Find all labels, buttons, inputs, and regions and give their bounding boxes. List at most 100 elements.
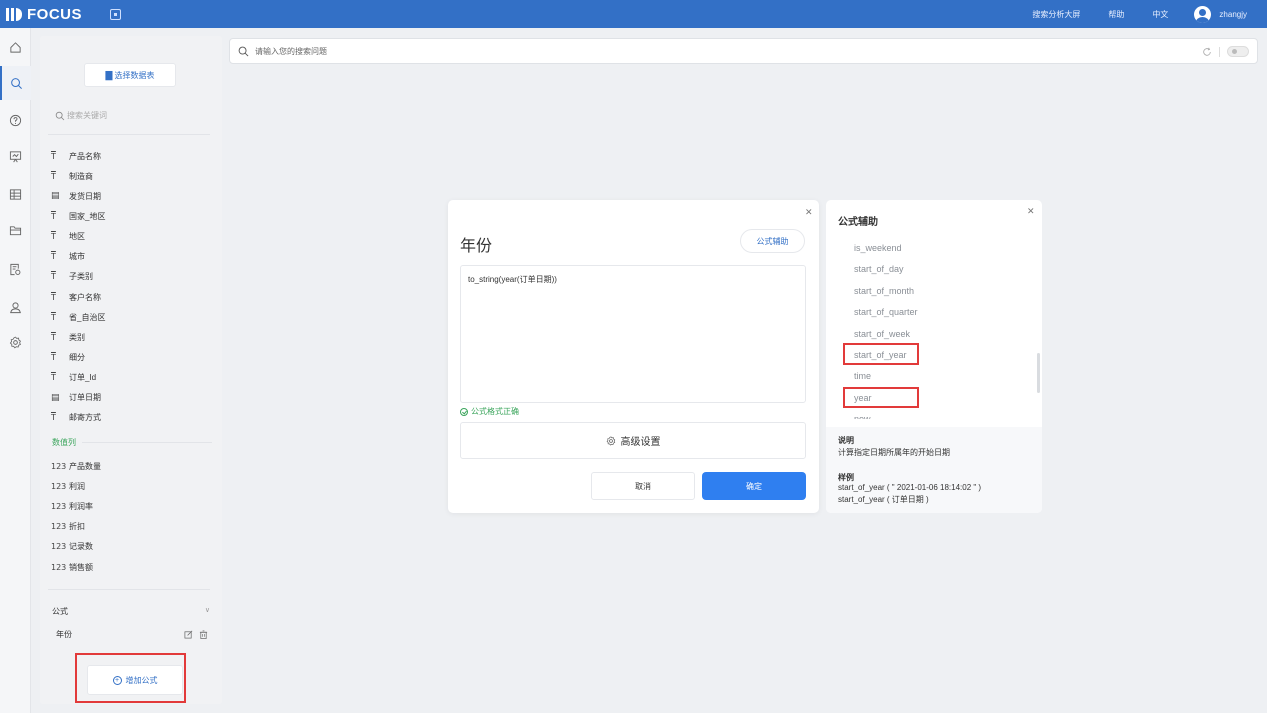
function-item[interactable]: start_of_month	[854, 286, 914, 296]
window-toggle-icon[interactable]	[110, 8, 121, 20]
formula-editor[interactable]: to_string(year(订单日期))	[460, 265, 806, 403]
nav-help[interactable]	[0, 103, 31, 137]
nav-search[interactable]	[0, 66, 31, 100]
nav-home[interactable]	[0, 30, 31, 64]
field-name: 利润	[69, 481, 85, 491]
nav-user[interactable]	[0, 290, 31, 324]
field-name: 发货日期	[69, 191, 101, 201]
nav-settings[interactable]	[0, 325, 31, 359]
function-item[interactable]: is_weekend	[854, 243, 902, 253]
field-name: 国家_地区	[69, 211, 106, 221]
field-name: 产品数量	[69, 461, 101, 471]
measure-field[interactable]: 123 利润率	[51, 499, 93, 513]
dimension-field[interactable]: T 制造商	[51, 169, 93, 183]
number-type-icon: 123	[51, 501, 67, 511]
formula-text: to_string(year(订单日期))	[468, 275, 557, 284]
field-name: 折扣	[69, 522, 85, 532]
field-name: 制造商	[69, 171, 93, 181]
dimension-field[interactable]: T 订单_Id	[51, 371, 96, 385]
measure-field[interactable]: 123 利润	[51, 479, 85, 493]
formula-helper-button[interactable]: 公式辅助	[740, 229, 805, 253]
function-item[interactable]: start_of_quarter	[854, 307, 918, 317]
text-type-icon: T	[51, 232, 56, 242]
field-name: 省_自治区	[69, 312, 106, 322]
dimension-field[interactable]: T 国家_地区	[51, 209, 105, 223]
field-name: 订单_Id	[69, 373, 97, 383]
table-icon	[9, 188, 22, 200]
close-icon[interactable]: ✕	[805, 207, 813, 218]
avatar[interactable]	[1194, 5, 1212, 23]
field-name: 销售额	[69, 562, 93, 572]
top-bar: FOCUS 搜索分析大屏 帮助 中文 zhangjy	[0, 0, 1267, 28]
nav-table[interactable]	[0, 177, 31, 211]
text-type-icon: T	[51, 413, 56, 423]
field-name: 子类别	[69, 272, 93, 282]
close-icon[interactable]: ✕	[1027, 206, 1035, 217]
dimension-field[interactable]: T 城市	[51, 250, 85, 264]
helper-title: 公式辅助	[838, 217, 878, 228]
measure-field[interactable]: 123 记录数	[51, 540, 93, 554]
nav-report[interactable]	[0, 252, 31, 286]
measure-field[interactable]: 123 销售额	[51, 560, 93, 574]
dimension-field[interactable]: T 省_自治区	[51, 310, 105, 324]
dimension-field[interactable]: T 子类别	[51, 270, 93, 284]
function-item[interactable]: now	[854, 414, 871, 419]
function-description: 说明 计算指定日期所属年的开始日期 样例 start_of_year ( " 2…	[826, 427, 1042, 513]
description-text: 计算指定日期所属年的开始日期	[838, 448, 950, 457]
text-type-icon: T	[51, 151, 56, 161]
dimension-field[interactable]: T 类别	[51, 330, 85, 344]
scrollbar-thumb[interactable]	[1037, 353, 1040, 393]
function-item[interactable]: start_of_day	[854, 264, 904, 274]
field-name: 利润率	[69, 501, 93, 511]
field-name: 地区	[69, 232, 85, 242]
dimension-field[interactable]: T 产品名称	[51, 149, 101, 163]
validation-status: 公式格式正确	[460, 406, 519, 417]
select-datasource-button[interactable]: ▇ 选择数据表	[84, 63, 176, 87]
cancel-button[interactable]: 取消	[591, 472, 695, 500]
highlight-box-add-formula	[75, 653, 186, 703]
folder-icon	[9, 225, 22, 235]
highlight-box-year	[843, 387, 919, 408]
formula-section-header[interactable]: 公式 ∨	[52, 606, 210, 617]
username[interactable]: zhangjy	[1219, 10, 1247, 19]
field-name: 城市	[69, 252, 85, 262]
refresh-icon[interactable]	[1202, 47, 1212, 57]
dimension-field[interactable]: ▤ 订单日期	[51, 391, 101, 405]
function-item[interactable]: time	[854, 371, 871, 381]
formula-item[interactable]: 年份	[56, 629, 208, 640]
calendar-icon: ▤	[51, 392, 60, 403]
search-bar	[229, 38, 1258, 64]
measure-field[interactable]: 123 折扣	[51, 520, 85, 534]
field-search-input[interactable]: 搜索关键词	[55, 110, 107, 121]
dimension-field[interactable]: T 地区	[51, 230, 85, 244]
dimension-field[interactable]: T 客户名称	[51, 290, 101, 304]
nav-board[interactable]	[0, 139, 31, 173]
delete-icon[interactable]	[199, 630, 208, 639]
field-name: 类别	[69, 332, 85, 342]
field-panel: ▇ 选择数据表 搜索关键词 T 产品名称 T 制造商 ▤ 发货日期 T 国家_地区 T 地区 T 城市…	[40, 36, 222, 704]
text-type-icon: T	[51, 332, 56, 342]
dimension-field[interactable]: T 邮寄方式	[51, 411, 101, 425]
brand-logo[interactable]: FOCUS	[6, 0, 82, 28]
dialog-title: 年份	[460, 238, 493, 255]
search-bar-tools	[1194, 46, 1249, 57]
edit-icon[interactable]	[184, 630, 193, 639]
text-type-icon: T	[51, 211, 56, 221]
mode-toggle[interactable]	[1227, 46, 1249, 57]
search-input[interactable]	[255, 46, 955, 56]
help-icon	[9, 114, 22, 126]
link-help[interactable]: 帮助	[1108, 9, 1124, 20]
settings-icon	[9, 336, 21, 348]
function-item[interactable]: start_of_week	[854, 329, 910, 339]
dimension-field[interactable]: T 细分	[51, 351, 85, 365]
nav-folder[interactable]	[0, 213, 31, 247]
dimension-field[interactable]: ▤ 发货日期	[51, 189, 101, 203]
measure-field[interactable]: 123 产品数量	[51, 459, 101, 473]
formula-dialog: ✕ 年份 公式辅助 to_string(year(订单日期)) 公式格式正确 高…	[448, 200, 819, 513]
link-language[interactable]: 中文	[1152, 9, 1168, 20]
link-dashboard[interactable]: 搜索分析大屏	[1032, 9, 1080, 20]
confirm-button[interactable]: 确定	[702, 472, 806, 500]
advanced-settings-button[interactable]: 高级设置	[460, 422, 806, 459]
chevron-down-icon[interactable]: ∨	[205, 606, 210, 617]
text-type-icon: T	[51, 272, 56, 282]
